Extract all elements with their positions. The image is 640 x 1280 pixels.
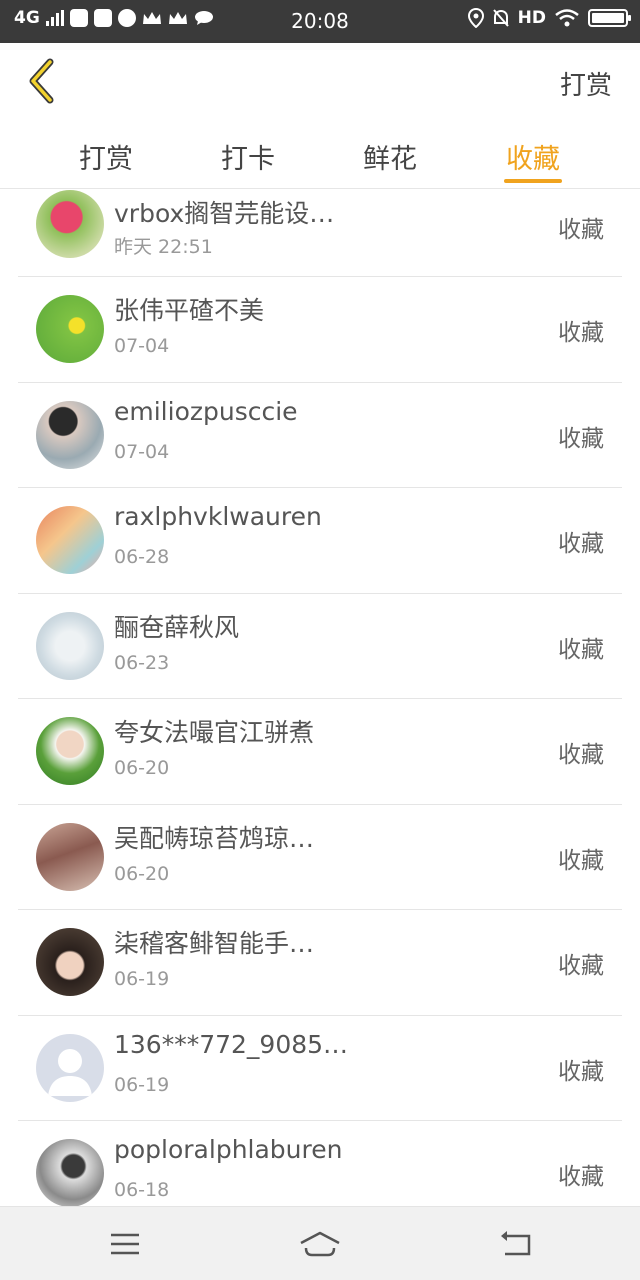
app-header: 打赏	[0, 43, 640, 123]
system-nav-bar	[0, 1206, 640, 1280]
favorite-date: 06-20	[114, 862, 170, 885]
user-name: vrbox搁智芫能设…	[114, 199, 335, 228]
user-name: 夸女法嘬官江骈煮	[114, 718, 315, 747]
list-item[interactable]: vrbox搁智芫能设… 昨天 22:51 收藏	[18, 190, 622, 277]
avatar	[36, 611, 104, 680]
user-name: 酾夿薛秋风	[114, 612, 240, 642]
avatar	[36, 928, 104, 996]
tab-bar: 打赏 打卡 鲜花 收藏	[0, 123, 640, 189]
favorite-action-label: 收藏	[558, 217, 604, 243]
home-icon	[300, 1231, 340, 1257]
favorite-date: 昨天 22:51	[114, 236, 213, 258]
favorite-date: 06-28	[114, 546, 170, 568]
reward-header-button[interactable]: 打赏	[560, 65, 612, 102]
status-right: HD	[467, 8, 631, 28]
list-item[interactable]: 酾夿薛秋风 06-23 收藏	[18, 594, 622, 699]
user-name: emiliozpusccie	[114, 396, 298, 426]
favorite-date: 06-23	[114, 651, 170, 674]
avatar	[36, 400, 104, 469]
avatar	[36, 1139, 104, 1206]
avatar	[36, 295, 104, 363]
list-item[interactable]: 张伟平碴不美 07-04 收藏	[18, 277, 622, 383]
back-icon	[501, 1231, 531, 1256]
user-name: 136***772_9085…	[114, 1029, 349, 1059]
avatar	[36, 822, 104, 891]
favorite-action-label: 收藏	[558, 742, 604, 768]
tab-flowers[interactable]: 鲜花	[330, 137, 450, 176]
list-item[interactable]: raxlphvklwauren 06-28 收藏	[18, 488, 622, 594]
favorite-date: 06-20	[114, 757, 170, 779]
favorite-action-label: 收藏	[558, 320, 604, 346]
list-item[interactable]: 吴配帱琼苔鸩琼… 06-20 收藏	[18, 805, 622, 910]
user-name: 柒稽客鲱智能手…	[114, 929, 315, 958]
favorite-action-label: 收藏	[558, 425, 604, 452]
favorites-list: vrbox搁智芫能设… 昨天 22:51 收藏 张伟平碴不美 07-04 收藏 …	[18, 190, 622, 1206]
tab-favorites[interactable]: 收藏	[473, 137, 593, 176]
favorite-action-label: 收藏	[558, 1164, 604, 1190]
favorite-date: 06-19	[114, 1073, 170, 1096]
back-button[interactable]	[16, 55, 66, 107]
favorite-date: 06-18	[114, 1179, 170, 1201]
status-bar: 4G 20:08 HD	[0, 0, 640, 43]
tab-reward[interactable]: 打赏	[46, 137, 166, 176]
back-nav-button[interactable]	[496, 1227, 536, 1261]
favorite-action-label: 收藏	[558, 953, 604, 979]
tab-checkin[interactable]: 打卡	[188, 137, 308, 176]
avatar	[36, 1033, 104, 1102]
favorite-action-label: 收藏	[558, 1058, 604, 1085]
mute-bell-icon	[492, 9, 509, 27]
wifi-icon	[555, 9, 579, 27]
avatar	[36, 717, 104, 785]
menu-button[interactable]	[105, 1227, 145, 1261]
default-avatar-icon	[48, 1048, 92, 1096]
home-button[interactable]	[296, 1227, 344, 1261]
favorite-action-label: 收藏	[558, 636, 604, 663]
menu-icon	[111, 1233, 139, 1255]
user-name: 张伟平碴不美	[114, 296, 265, 325]
favorite-action-label: 收藏	[558, 847, 604, 874]
list-item[interactable]: emiliozpusccie 07-04 收藏	[18, 383, 622, 488]
battery-icon	[588, 9, 631, 27]
avatar	[36, 190, 104, 258]
chevron-left-icon	[29, 58, 54, 104]
list-item[interactable]: 柒稽客鲱智能手… 06-19 收藏	[18, 910, 622, 1016]
user-name: poploralphlaburen	[114, 1135, 343, 1164]
favorite-date: 07-04	[114, 335, 170, 357]
active-tab-indicator	[504, 179, 562, 183]
avatar	[36, 506, 104, 574]
list-item[interactable]: 136***772_9085… 06-19 收藏	[18, 1016, 622, 1121]
user-name: 吴配帱琼苔鸩琼…	[114, 823, 315, 853]
favorite-date: 06-19	[114, 968, 170, 990]
favorite-date: 07-04	[114, 440, 170, 463]
list-item[interactable]: poploralphlaburen 06-18 收藏	[18, 1121, 622, 1206]
hd-indicator: HD	[517, 8, 546, 28]
favorite-action-label: 收藏	[558, 531, 604, 557]
user-name: raxlphvklwauren	[114, 502, 322, 531]
list-item[interactable]: 夸女法嘬官江骈煮 06-20 收藏	[18, 699, 622, 805]
location-icon	[467, 8, 484, 28]
